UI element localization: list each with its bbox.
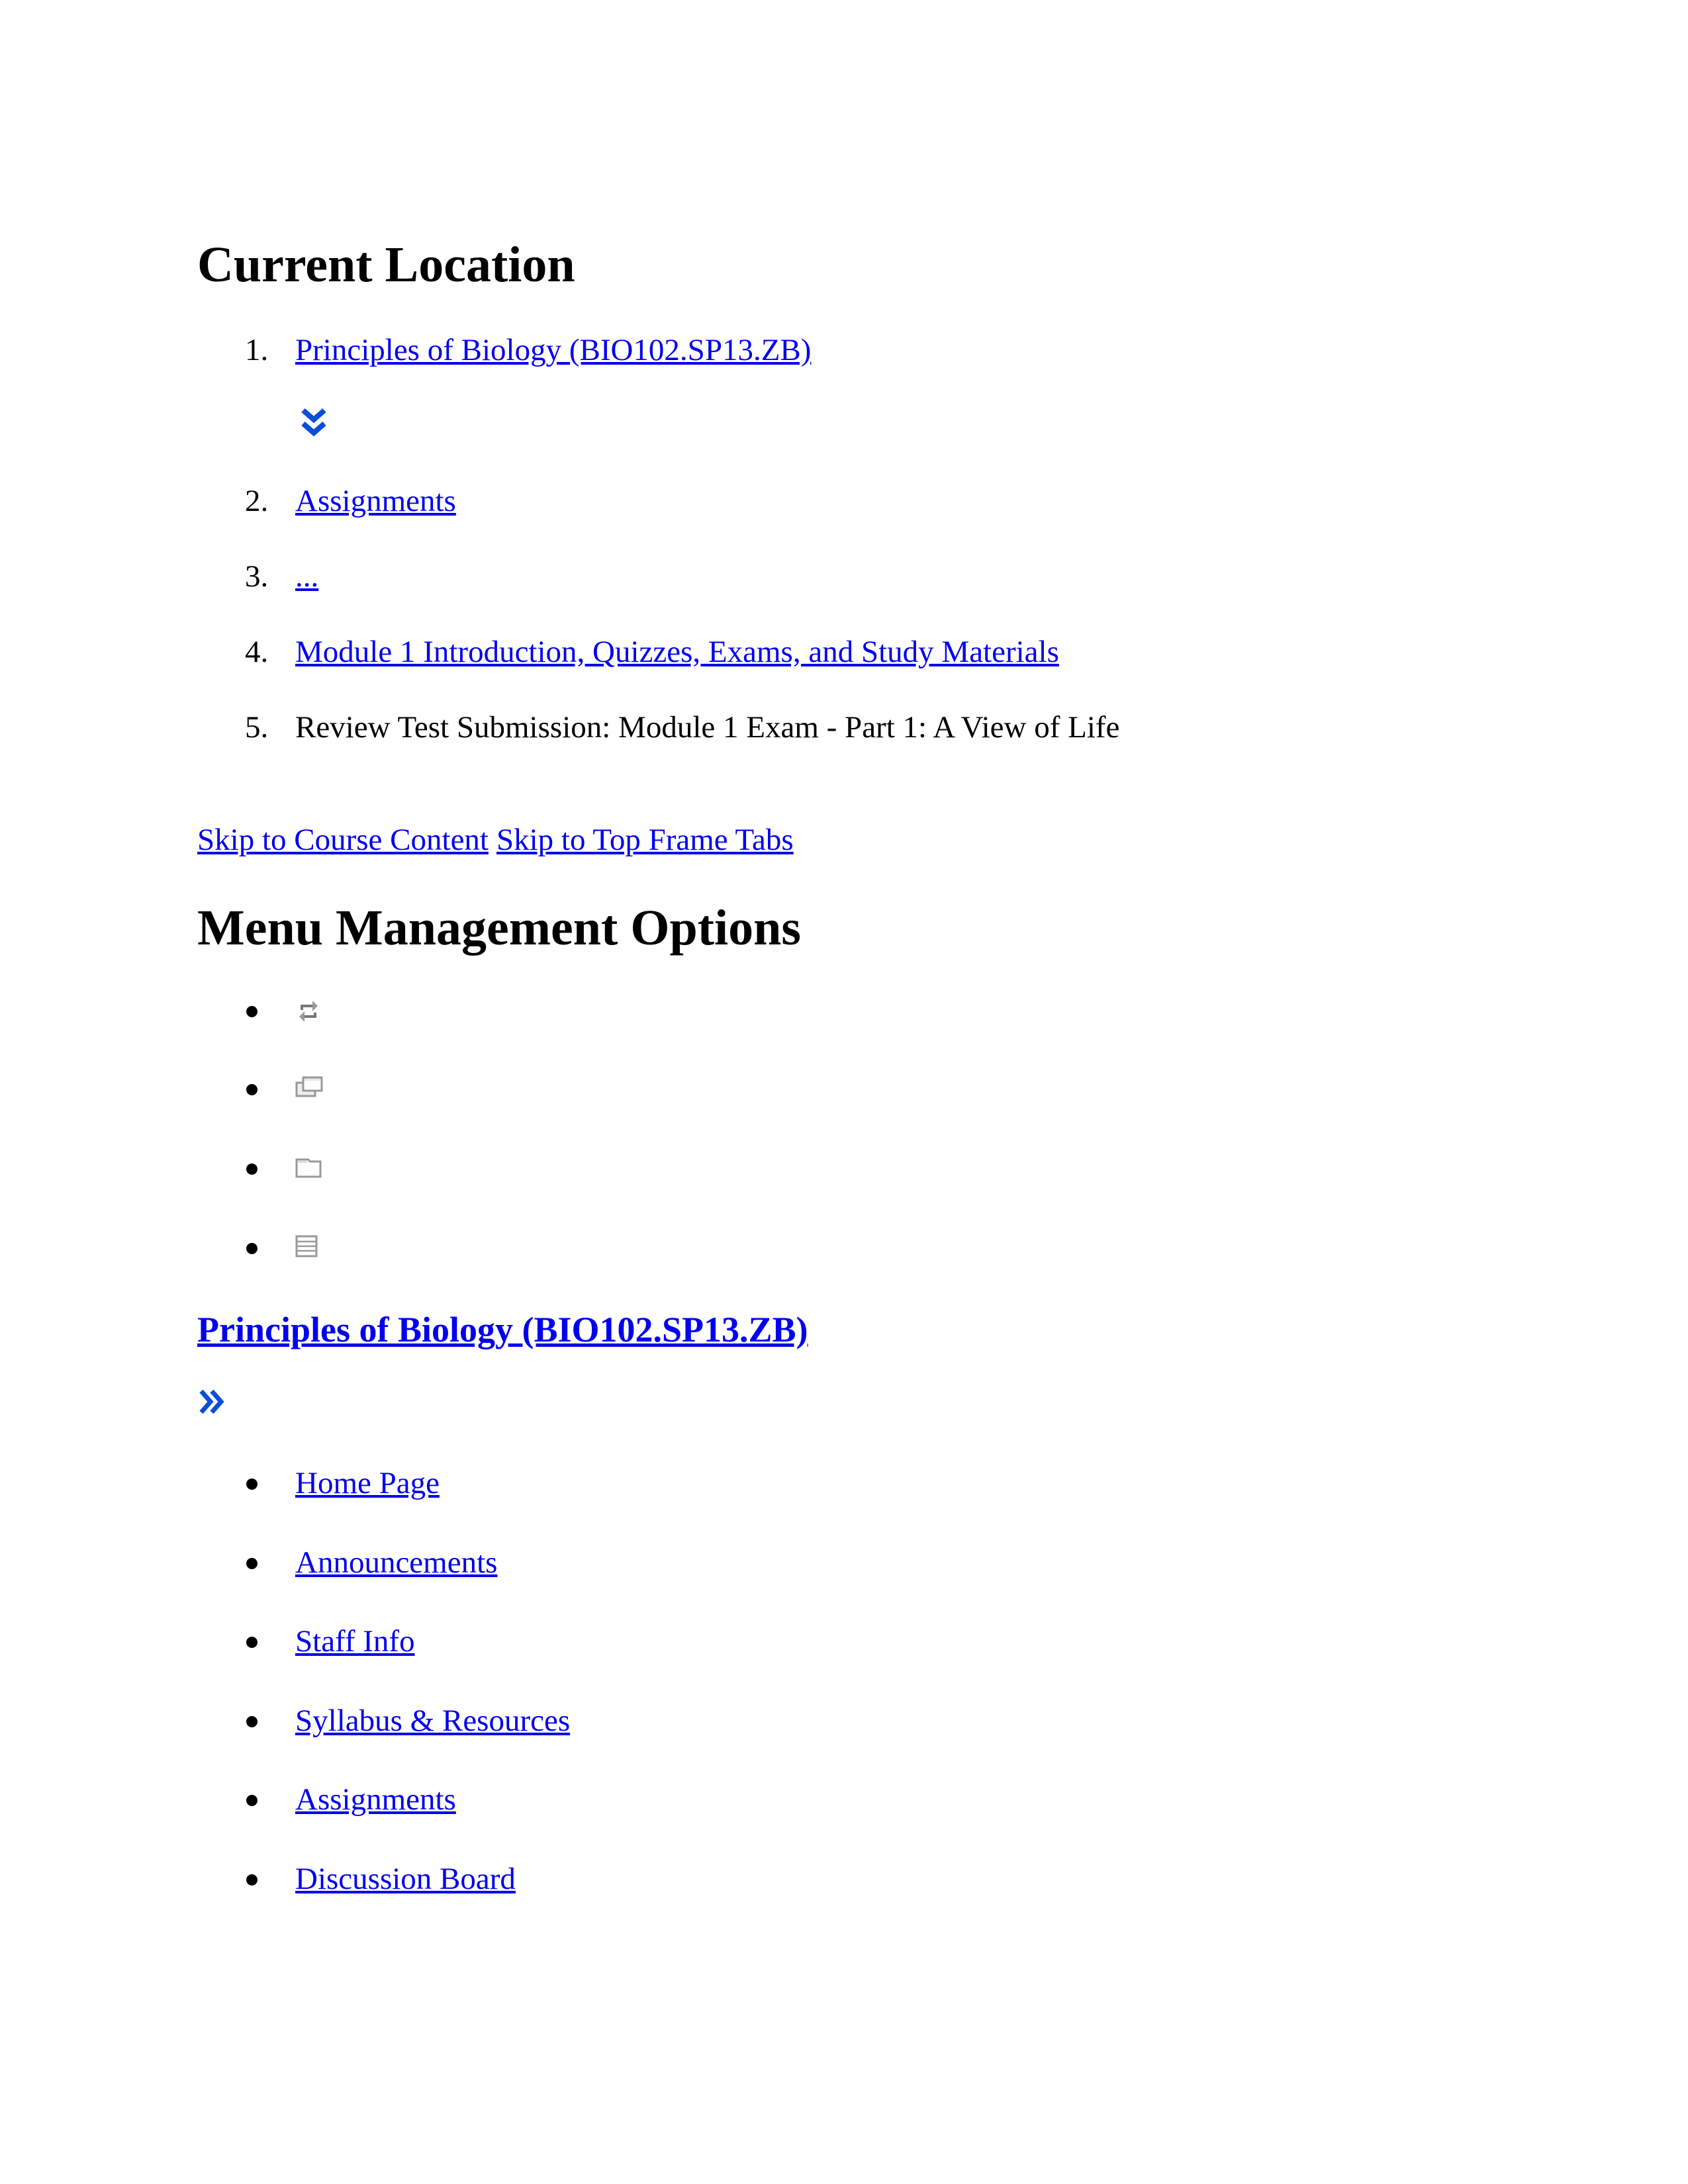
list-bullet [246, 1163, 258, 1175]
breadcrumb-link-assignments[interactable]: Assignments [295, 486, 456, 517]
course-menu-link-syllabus-resources[interactable]: Syllabus & Resources [295, 1706, 570, 1737]
breadcrumb-number: 3. [245, 559, 269, 594]
breadcrumb-link-ellipsis[interactable]: ... [295, 561, 318, 592]
course-menu-link-discussion-board[interactable]: Discussion Board [295, 1864, 516, 1895]
breadcrumb-link-course[interactable]: Principles of Biology (BIO102.SP13.ZB) [295, 335, 811, 366]
detach-window-icon[interactable] [295, 1075, 324, 1107]
course-menu-link-home-page[interactable]: Home Page [295, 1468, 440, 1499]
course-menu-link-announcements[interactable]: Announcements [295, 1547, 497, 1578]
list-bullet [246, 1795, 258, 1806]
skip-to-course-content-link[interactable]: Skip to Course Content [197, 823, 489, 857]
list-bullet [246, 1479, 258, 1490]
list-bullet [246, 1243, 258, 1254]
list-bullet [246, 1716, 258, 1727]
refresh-icon[interactable] [295, 998, 322, 1030]
breadcrumb-number: 2. [245, 484, 269, 518]
course-menu-title-link[interactable]: Principles of Biology (BIO102.SP13.ZB) [197, 1312, 808, 1347]
breadcrumb-number: 4. [245, 635, 269, 669]
double-chevron-down-icon[interactable] [297, 406, 331, 441]
double-chevron-right-icon[interactable] [197, 1387, 226, 1416]
current-location-heading: Current Location [197, 237, 575, 293]
menu-management-heading: Menu Management Options [197, 900, 801, 956]
list-bullet [246, 1874, 258, 1886]
course-menu-link-staff-info[interactable]: Staff Info [295, 1626, 415, 1657]
breadcrumb-current-page: Review Test Submission: Module 1 Exam - … [295, 710, 1120, 745]
skip-to-top-frame-tabs-link[interactable]: Skip to Top Frame Tabs [496, 823, 794, 857]
breadcrumb-link-module[interactable]: Module 1 Introduction, Quizzes, Exams, a… [295, 637, 1059, 668]
course-menu-link-assignments[interactable]: Assignments [295, 1784, 456, 1815]
list-bullet [246, 1558, 258, 1569]
list-bullet [246, 1006, 258, 1017]
list-bullet [246, 1637, 258, 1648]
list-view-icon[interactable] [295, 1232, 318, 1263]
folder-view-icon[interactable] [295, 1154, 323, 1185]
breadcrumb-number: 5. [245, 710, 269, 745]
list-bullet [246, 1084, 258, 1095]
skip-links: Skip to Course Content Skip to Top Frame … [197, 825, 794, 856]
breadcrumb-number: 1. [245, 333, 269, 367]
